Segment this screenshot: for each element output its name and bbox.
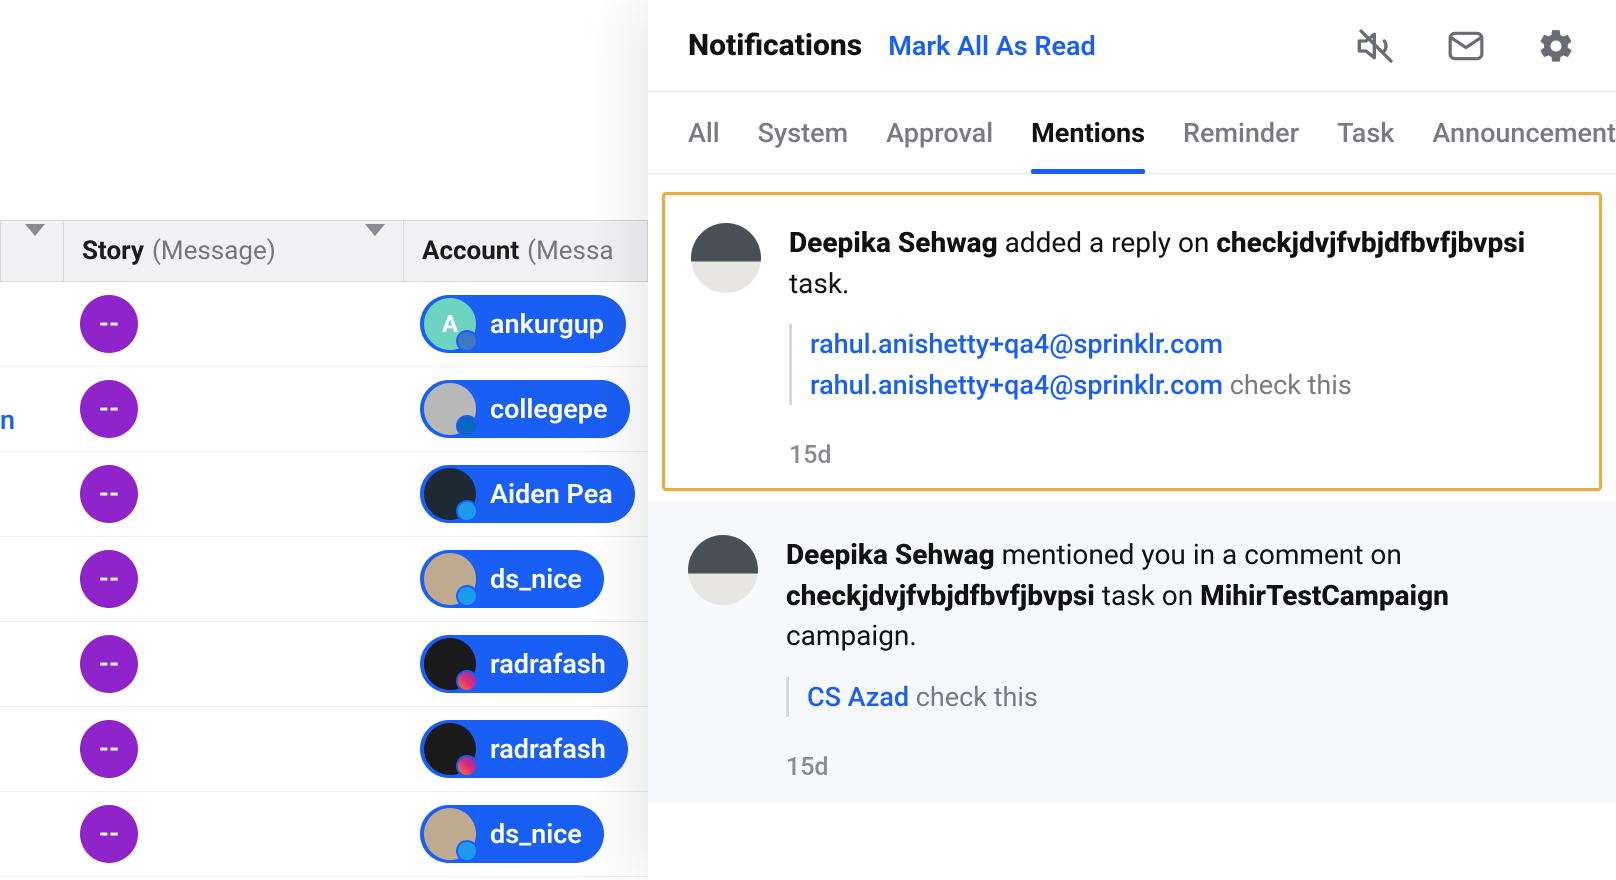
- avatar: [688, 535, 758, 605]
- column-label: Story: [82, 236, 144, 266]
- truncated-link[interactable]: n: [0, 404, 15, 436]
- campaign-name: MihirTestCampaign: [1200, 579, 1449, 612]
- table-row[interactable]: -- Aankurgup: [0, 282, 648, 367]
- table-body: -- Aankurgup -- collegepe -- Aiden Pea -…: [0, 282, 648, 877]
- account-pill[interactable]: Aiden Pea: [420, 465, 635, 523]
- gear-icon[interactable]: [1536, 26, 1576, 66]
- comment-quote: rahul.anishetty+qa4@sprinklr.com rahul.a…: [789, 324, 1573, 405]
- action-suffix: task.: [789, 267, 849, 300]
- avatar: [424, 638, 476, 690]
- account-pill[interactable]: Aankurgup: [420, 295, 626, 353]
- avatar: [424, 808, 476, 860]
- avatar: A: [424, 298, 476, 350]
- action-mid: task on: [1095, 579, 1200, 612]
- account-name: Aiden Pea: [490, 478, 613, 510]
- avatar: [691, 223, 761, 293]
- account-pill[interactable]: radrafash: [420, 720, 628, 778]
- notification-list: Deepika Sehwag added a reply on checkjdv…: [648, 192, 1616, 802]
- notification-item-highlighted[interactable]: Deepika Sehwag added a reply on checkjdv…: [662, 192, 1602, 491]
- column-header-account[interactable]: Account (Messa: [404, 221, 648, 281]
- twitter-icon: [456, 585, 478, 607]
- account-name: collegepe: [490, 393, 608, 425]
- tab-task[interactable]: Task: [1337, 92, 1394, 173]
- account-name: radrafash: [490, 648, 606, 680]
- quote-text: check this: [909, 681, 1038, 713]
- story-pill[interactable]: --: [80, 635, 138, 693]
- account-pill[interactable]: radrafash: [420, 635, 628, 693]
- table-row[interactable]: -- radrafash: [0, 622, 648, 707]
- mark-all-read-button[interactable]: Mark All As Read: [888, 30, 1096, 62]
- notification-body: Deepika Sehwag mentioned you in a commen…: [786, 535, 1576, 782]
- notification-tabs: All System Approval Mentions Reminder Ta…: [648, 92, 1616, 174]
- tab-all[interactable]: All: [688, 92, 720, 173]
- background-table: Story (Message) Account (Messa -- Aankur…: [0, 0, 648, 880]
- panel-title: Notifications: [688, 28, 862, 63]
- story-pill[interactable]: --: [80, 465, 138, 523]
- twitter-icon: [456, 500, 478, 522]
- mute-icon[interactable]: [1356, 26, 1396, 66]
- tab-announcement[interactable]: Announcement: [1432, 92, 1616, 173]
- mention-link[interactable]: rahul.anishetty+qa4@sprinklr.com: [810, 369, 1223, 401]
- table-row[interactable]: -- radrafash: [0, 707, 648, 792]
- action-text: mentioned you in a comment on: [995, 538, 1402, 571]
- actor-name: Deepika Sehwag: [786, 538, 995, 571]
- action-text: added a reply on: [998, 226, 1217, 259]
- column-label: Account: [422, 236, 519, 266]
- story-pill[interactable]: --: [80, 550, 138, 608]
- account-pill[interactable]: ds_nice: [420, 550, 604, 608]
- mail-icon[interactable]: [1446, 26, 1486, 66]
- timestamp: 15d: [786, 753, 1576, 782]
- linkedin-icon: [456, 415, 478, 437]
- quote-text: check this: [1223, 369, 1352, 401]
- account-name: ankurgup: [490, 308, 604, 340]
- tab-system[interactable]: System: [758, 92, 848, 173]
- chevron-down-icon: [365, 236, 385, 266]
- avatar: [424, 723, 476, 775]
- table-row[interactable]: -- ds_nice: [0, 792, 648, 877]
- table-row[interactable]: -- collegepe: [0, 367, 648, 452]
- account-name: radrafash: [490, 733, 606, 765]
- column-header-blank[interactable]: [0, 221, 64, 281]
- notification-text: Deepika Sehwag mentioned you in a commen…: [786, 535, 1576, 657]
- column-header-story[interactable]: Story (Message): [64, 221, 404, 281]
- table-row[interactable]: -- ds_nice: [0, 537, 648, 622]
- instagram-icon: [456, 670, 478, 692]
- account-name: ds_nice: [490, 818, 582, 850]
- column-sublabel: (Messa: [527, 236, 613, 266]
- notifications-panel: Notifications Mark All As Read All Syste…: [648, 0, 1616, 880]
- header-action-icons: [1356, 26, 1576, 66]
- avatar: [424, 553, 476, 605]
- object-name: checkjdvjfvbjdfbvfjbvpsi: [1216, 226, 1525, 259]
- account-pill[interactable]: collegepe: [420, 380, 630, 438]
- comment-quote: CS Azad check this: [786, 677, 1576, 718]
- story-pill[interactable]: --: [80, 805, 138, 863]
- tab-approval[interactable]: Approval: [886, 92, 993, 173]
- mention-link[interactable]: rahul.anishetty+qa4@sprinklr.com: [810, 328, 1223, 360]
- notification-item[interactable]: Deepika Sehwag mentioned you in a commen…: [648, 501, 1616, 802]
- notification-text: Deepika Sehwag added a reply on checkjdv…: [789, 223, 1573, 304]
- column-sublabel: (Message): [152, 236, 276, 266]
- account-name: ds_nice: [490, 563, 582, 595]
- chevron-down-icon: [25, 236, 45, 266]
- timestamp: 15d: [789, 441, 1573, 470]
- notification-body: Deepika Sehwag added a reply on checkjdv…: [789, 223, 1573, 470]
- tab-mentions[interactable]: Mentions: [1031, 92, 1145, 173]
- story-pill[interactable]: --: [80, 295, 138, 353]
- table-row[interactable]: -- Aiden Pea: [0, 452, 648, 537]
- tab-reminder[interactable]: Reminder: [1183, 92, 1299, 173]
- wordpress-icon: [456, 330, 478, 352]
- action-suffix: campaign.: [786, 619, 917, 652]
- actor-name: Deepika Sehwag: [789, 226, 998, 259]
- account-pill[interactable]: ds_nice: [420, 805, 604, 863]
- twitter-icon: [456, 840, 478, 862]
- table-header-row: Story (Message) Account (Messa: [0, 220, 648, 282]
- avatar: [424, 468, 476, 520]
- instagram-icon: [456, 755, 478, 777]
- panel-header: Notifications Mark All As Read: [648, 0, 1616, 92]
- mention-link[interactable]: CS Azad: [807, 681, 909, 713]
- avatar: [424, 383, 476, 435]
- story-pill[interactable]: --: [80, 380, 138, 438]
- story-pill[interactable]: --: [80, 720, 138, 778]
- object-name: checkjdvjfvbjdfbvfjbvpsi: [786, 579, 1095, 612]
